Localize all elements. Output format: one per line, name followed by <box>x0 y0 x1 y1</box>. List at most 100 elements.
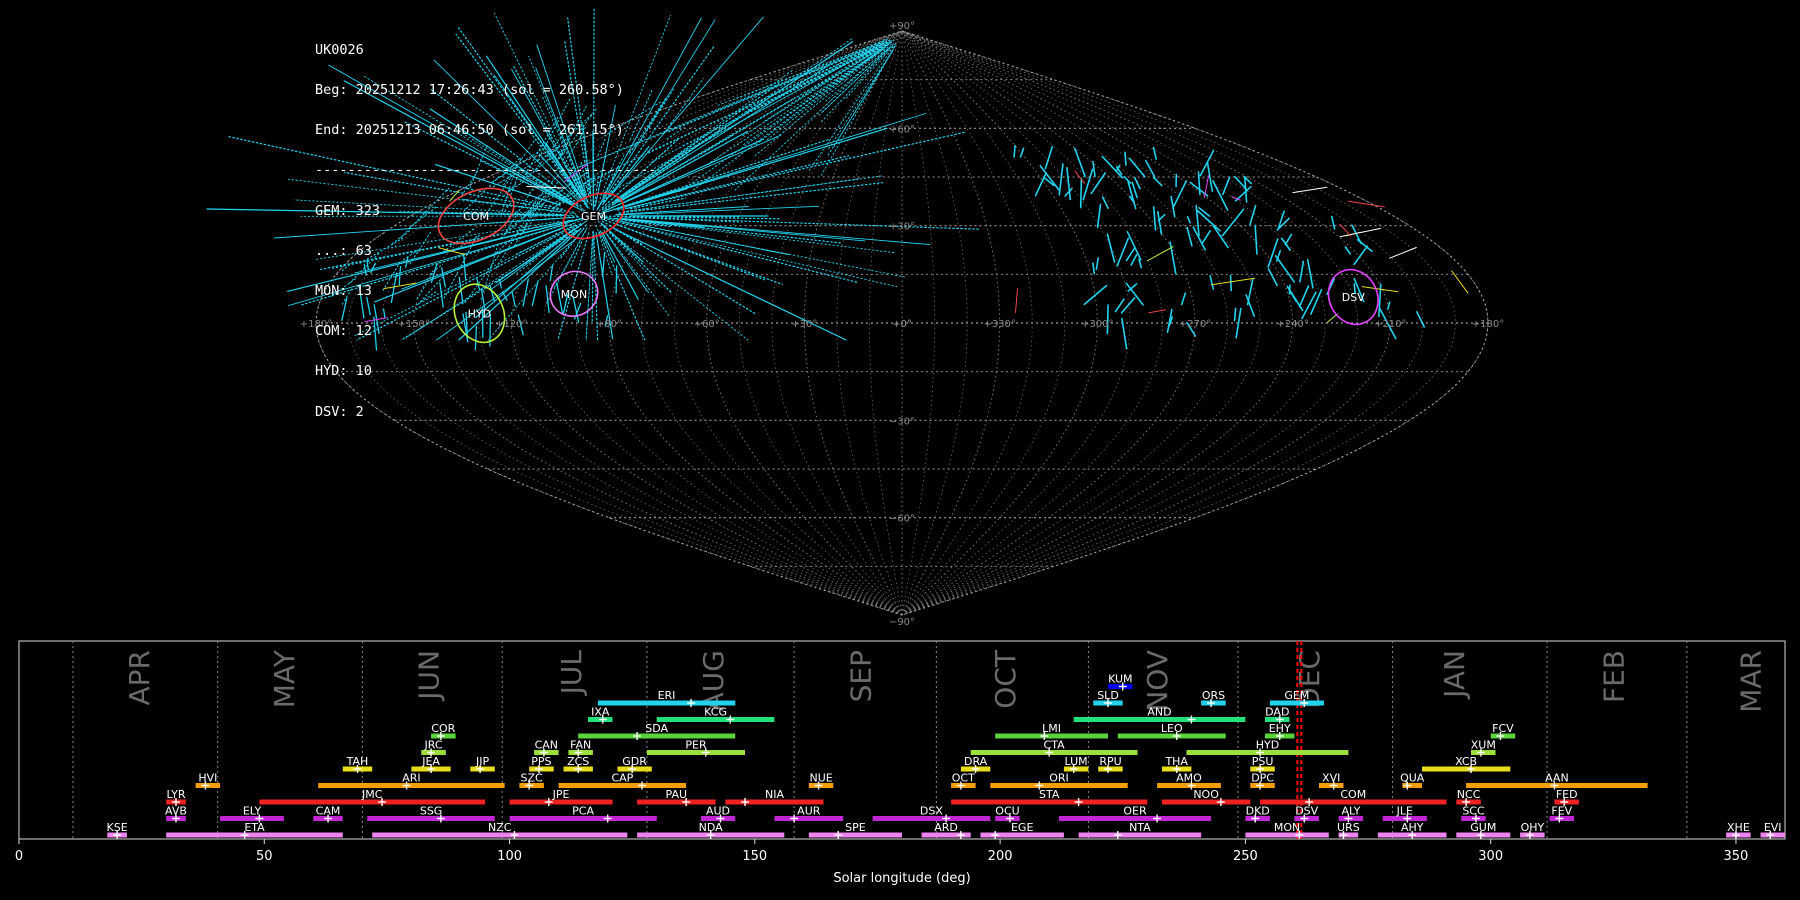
shower-label: XCB <box>1455 755 1477 768</box>
shower-label: NTA <box>1129 821 1151 834</box>
meteor-trail <box>618 182 884 214</box>
shower-aud: AUD <box>700 805 736 823</box>
shower-leo: LEO <box>1117 722 1226 740</box>
shower-label: EVI <box>1764 821 1782 834</box>
meteor-trail <box>1233 307 1237 322</box>
shower-label: AND <box>1147 706 1171 719</box>
meteor-trail <box>650 43 885 163</box>
x-tick-label: 200 <box>988 849 1013 864</box>
meteor-trail <box>1389 247 1417 259</box>
lon-label: +300° <box>1081 319 1113 330</box>
meteor-trail <box>1186 216 1191 224</box>
shower-label: ZCS <box>567 755 589 768</box>
shower-label: DSX <box>920 805 943 818</box>
meteor-trail <box>1339 227 1381 238</box>
meteor-trail <box>1123 176 1132 184</box>
shower-xhe: XHE <box>1726 821 1751 839</box>
shower-label: FCV <box>1492 722 1514 735</box>
shower-label: ORI <box>1049 772 1069 785</box>
shower-ahy: AHY <box>1377 821 1447 839</box>
shower-aan: AAN <box>1466 772 1648 790</box>
meteor-trail <box>1013 144 1016 158</box>
shower-szc: SZC <box>519 772 544 790</box>
shower-label: ARD <box>934 821 958 834</box>
meteor-trail <box>622 127 888 208</box>
lon-label: +330° <box>983 319 1015 330</box>
shower-xcb: XCB <box>1422 755 1511 773</box>
shower-timeline-chart: APR MAY JUN JUL AUG SEP OCT NOV DEC JAN FEB MAR KUM… <box>15 640 1786 886</box>
shower-zcs: ZCS <box>563 755 593 773</box>
shower-psu: PSU <box>1250 755 1275 773</box>
shower-lum: LUM <box>1063 755 1089 773</box>
meteor-trail <box>1267 268 1278 287</box>
count-line: COM: 12 <box>315 323 372 340</box>
shower-bars: KUM ERI SLD ORS GEM IXA KCG AND DAD COR SDA LMI LEO E… <box>107 673 1785 839</box>
shower-label: PSU <box>1252 755 1274 768</box>
shower-label: CAM <box>316 805 341 818</box>
shower-label: DKD <box>1246 805 1270 818</box>
shower-dad: DAD <box>1265 706 1290 724</box>
shower-oer: OER <box>1059 805 1212 823</box>
shower-label: SDA <box>645 722 668 735</box>
shower-dsx: DSX <box>872 805 991 823</box>
shower-fcv: FCV <box>1490 722 1516 740</box>
shower-can: CAN <box>534 739 559 757</box>
month-label: MAR <box>1735 650 1768 713</box>
meteor-trail <box>1281 237 1291 251</box>
meteor-trail <box>1015 288 1018 313</box>
shower-label: JRC <box>423 739 442 752</box>
shower-label: GEM <box>1284 689 1309 702</box>
x-tick-label: 250 <box>1233 849 1258 864</box>
meteor-trail <box>1274 255 1295 283</box>
shower-gum: GUM <box>1456 821 1511 839</box>
meteor-trail <box>1090 172 1106 195</box>
shower-sld: SLD <box>1093 689 1123 707</box>
shower-scc: SCC <box>1461 805 1486 823</box>
shower-label: AMO <box>1176 772 1202 785</box>
shower-eta: ETA <box>166 821 343 839</box>
meteor-trail <box>1180 292 1187 306</box>
meteor-trail <box>1284 233 1293 246</box>
shower-ncc: NCC <box>1456 788 1481 806</box>
meteor-trail <box>1079 178 1083 209</box>
observation-info: UK0026 Beg: 20251212 17:26:43 (sol = 260… <box>315 17 656 432</box>
meteor-trail <box>1209 275 1215 290</box>
lon-label: +180° <box>1472 319 1504 330</box>
meteor-trail <box>1212 180 1229 211</box>
shower-xum: XUM <box>1471 739 1496 757</box>
meteor-trail <box>1222 176 1231 196</box>
shower-label: ORS <box>1202 689 1225 702</box>
month-label: JAN <box>1438 650 1471 700</box>
meteor-trail <box>1083 284 1108 306</box>
shower-hvi: HVI <box>195 772 221 790</box>
count-line: HYD: 10 <box>315 363 372 380</box>
shower-xvi: XVI <box>1319 772 1344 790</box>
shower-label: OCT <box>952 772 975 785</box>
shower-label: NZC <box>488 821 512 834</box>
shower-label: JMC <box>361 788 383 801</box>
meteor-trail <box>1116 237 1130 267</box>
shower-pau: PAU <box>637 788 716 806</box>
shower-ori: ORI <box>990 772 1128 790</box>
shower-label: FAN <box>570 739 591 752</box>
shower-label: ALY <box>1341 805 1360 818</box>
shower-label: ELY <box>243 805 262 818</box>
shower-ege: EGE <box>980 821 1064 839</box>
shower-label: NDA <box>699 821 724 834</box>
shower-label: JLE <box>1396 805 1413 818</box>
meteor-trail <box>1152 146 1157 160</box>
shower-ehy: EHY <box>1265 722 1295 740</box>
shower-nzc: NZC <box>372 821 628 839</box>
lat-label: −30° <box>889 416 915 427</box>
meteor-trail <box>1127 180 1137 210</box>
meteor-trail <box>1198 207 1211 217</box>
shower-ssg: SSG <box>367 805 495 823</box>
shower-label: OCU <box>995 805 1019 818</box>
x-tick-label: 0 <box>15 849 23 864</box>
meteor-trail <box>1114 298 1125 313</box>
shower-label: JPE <box>552 788 570 801</box>
shower-cor: COR <box>431 722 456 740</box>
shower-ocu: OCU <box>995 805 1020 823</box>
shower-label: LUM <box>1065 755 1088 768</box>
meteor-trail <box>1125 247 1136 262</box>
